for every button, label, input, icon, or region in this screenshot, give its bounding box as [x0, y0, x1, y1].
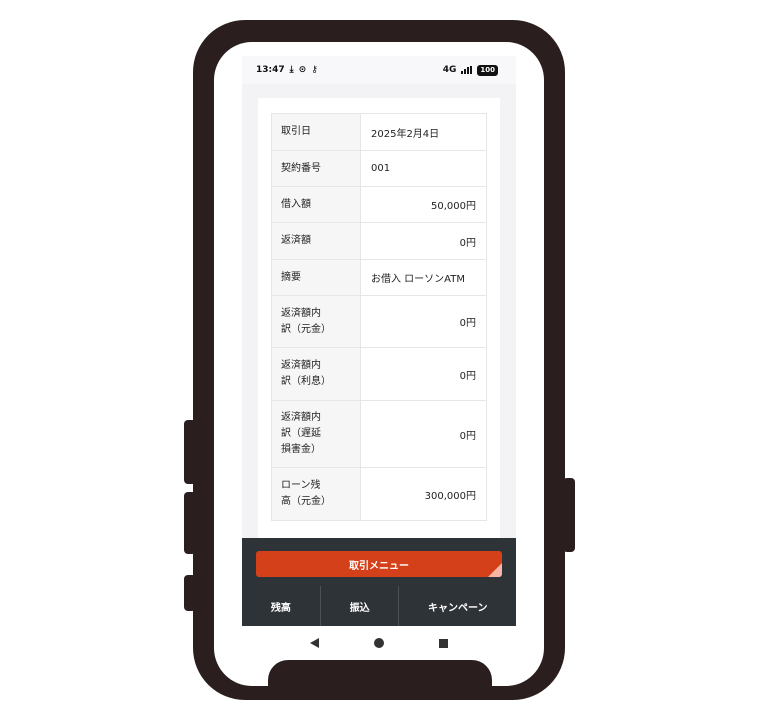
network-type: 4G: [442, 65, 457, 75]
bottom-menu-bar: 取引メニュー 残高 振込 キャンペーン: [242, 538, 516, 626]
table-row: 契約番号 001: [271, 150, 487, 187]
recent-apps-icon[interactable]: [439, 638, 449, 648]
home-icon[interactable]: [373, 638, 384, 648]
row-value: 001: [360, 150, 487, 187]
table-row: 返済額内 訳（利息） 0円: [271, 347, 487, 401]
table-row: 返済額内 訳（元金） 0円: [271, 295, 487, 348]
row-label: 摘要: [271, 259, 361, 296]
download-icon: ⤓: [289, 64, 294, 75]
battery-icon: 100: [477, 64, 498, 76]
corner-fold-icon: [488, 563, 502, 577]
app-screen: 13:47 ⤓ ⊙ ⚷ 4G 100 取引日 2025年2月4日 契約番号 001 借入…: [242, 56, 516, 660]
tab-campaign[interactable]: キャンペーン: [399, 586, 516, 626]
row-value: 2025年2月4日: [360, 113, 487, 151]
transaction-detail-table: 取引日 2025年2月4日 契約番号 001 借入額 50,000円 返済額 0円 摘要 お借入 …: [271, 113, 487, 521]
row-label: 借入額: [271, 186, 361, 223]
circle-icon: ⊙: [298, 64, 307, 75]
row-value: 0円: [360, 222, 487, 260]
row-label: 返済額: [271, 222, 361, 260]
row-label: 契約番号: [271, 150, 361, 187]
status-time: 13:47: [256, 65, 285, 75]
phone-power-button: [563, 478, 575, 552]
row-label: 取引日: [271, 113, 361, 151]
row-value: 0円: [360, 400, 487, 468]
row-value: 300,000円: [360, 467, 487, 521]
row-value: 50,000円: [360, 186, 487, 223]
row-label: 返済額内 訳（遅延 損害金）: [271, 400, 361, 468]
table-row: 借入額 50,000円: [271, 186, 487, 223]
tab-balance[interactable]: 残高: [242, 586, 321, 626]
phone-side-button: [184, 420, 196, 484]
tab-transfer[interactable]: 振込: [321, 586, 400, 626]
table-row: 返済額 0円: [271, 222, 487, 260]
transaction-detail-card: 取引日 2025年2月4日 契約番号 001 借入額 50,000円 返済額 0円 摘要 お借入 …: [258, 98, 500, 538]
signal-icon: [461, 66, 473, 74]
key-icon: ⚷: [311, 64, 318, 75]
android-nav-bar: [242, 626, 516, 660]
transaction-menu-label: 取引メニュー: [349, 560, 409, 572]
row-value: 0円: [360, 295, 487, 348]
phone-side-button: [184, 492, 196, 554]
phone-side-button: [184, 575, 196, 611]
table-row: 取引日 2025年2月4日: [271, 113, 487, 151]
row-value: 0円: [360, 347, 487, 401]
table-row: ローン残 高（元金） 300,000円: [271, 467, 487, 521]
back-icon[interactable]: [309, 638, 319, 648]
transaction-menu-button[interactable]: 取引メニュー: [256, 551, 502, 577]
row-value: お借入 ローソンATM: [360, 259, 487, 296]
bottom-tab-row: 残高 振込 キャンペーン: [242, 586, 516, 626]
table-row: 摘要 お借入 ローソンATM: [271, 259, 487, 296]
row-label: 返済額内 訳（元金）: [271, 295, 361, 348]
table-row: 返済額内 訳（遅延 損害金） 0円: [271, 400, 487, 468]
row-label: ローン残 高（元金）: [271, 467, 361, 521]
phone-bottom-notch: [268, 660, 492, 700]
row-label: 返済額内 訳（利息）: [271, 347, 361, 401]
status-bar: 13:47 ⤓ ⊙ ⚷ 4G 100: [242, 56, 516, 84]
